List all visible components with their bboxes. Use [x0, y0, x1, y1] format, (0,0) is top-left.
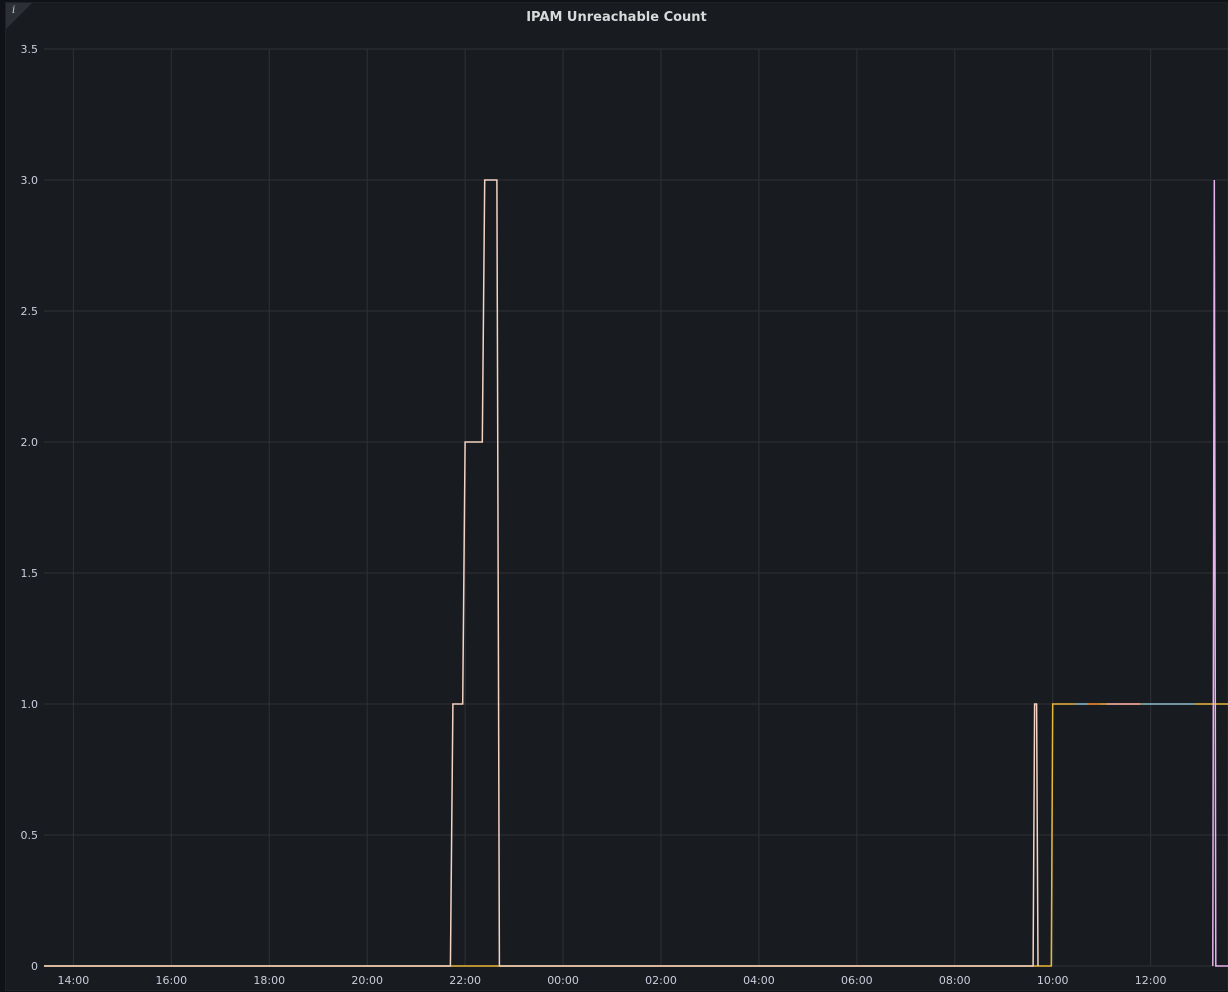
y-tick-label: 1.0	[21, 698, 39, 711]
y-tick-label: 3.5	[21, 43, 39, 56]
x-tick-label: 02:00	[645, 974, 677, 987]
y-tick-label: 2.0	[21, 436, 39, 449]
x-tick-label: 14:00	[58, 974, 90, 987]
x-tick-label: 08:00	[939, 974, 971, 987]
y-tick-label: 0	[31, 960, 38, 973]
grid	[44, 48, 1228, 967]
x-axis: 14:00 16:00 18:00 20:00 22:00 00:00 02:00 04:00…	[58, 974, 1167, 987]
y-tick-label: 1.5	[21, 567, 39, 580]
y-axis: 0 0.5 1.0 1.5 2.0 2.5 3.0 3.5	[21, 43, 39, 973]
x-tick-label: 16:00	[155, 974, 187, 987]
x-tick-label: 20:00	[351, 974, 383, 987]
x-tick-label: 06:00	[841, 974, 873, 987]
x-tick-label: 10:00	[1037, 974, 1069, 987]
x-tick-label: 04:00	[743, 974, 775, 987]
x-tick-label: 12:00	[1135, 974, 1167, 987]
chart-panel: i IPAM Unreachable Count 0 0.5 1.0 1.5 2.0 2.…	[5, 2, 1228, 991]
y-tick-label: 0.5	[21, 829, 39, 842]
x-tick-label: 18:00	[253, 974, 285, 987]
y-tick-label: 3.0	[21, 174, 39, 187]
line-chart: 0 0.5 1.0 1.5 2.0 2.5 3.0 3.5 14:00 16:00 18:00 20…	[21, 43, 1228, 987]
x-tick-label: 00:00	[547, 974, 579, 987]
x-tick-label: 22:00	[449, 974, 481, 987]
y-tick-label: 2.5	[21, 305, 39, 318]
